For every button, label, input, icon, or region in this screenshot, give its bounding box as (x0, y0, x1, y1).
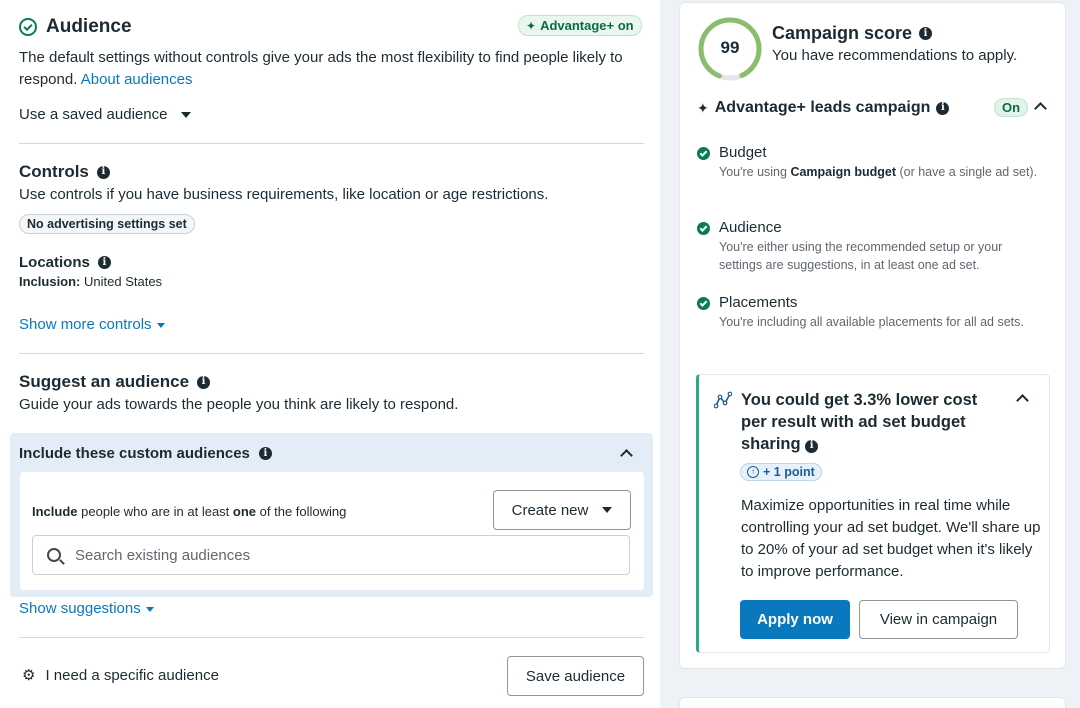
divider (19, 353, 644, 354)
info-icon[interactable]: i (919, 27, 933, 40)
budget-desc-prefix: You're using (719, 165, 791, 179)
advantage-campaign-header: ✦ Advantage+ leads campaign i (697, 99, 950, 117)
campaign-score-title: Campaign score (772, 23, 913, 43)
show-more-controls-link[interactable]: Show more controls (19, 316, 165, 333)
info-icon[interactable]: i (805, 439, 819, 453)
on-status-badge: On (994, 98, 1029, 117)
chevron-down-icon (181, 112, 192, 118)
include-instruction: Include people who are in at least one o… (32, 504, 346, 519)
create-new-button[interactable]: Create new (493, 490, 631, 530)
recommendation-description: Maximize opportunities in real time whil… (741, 497, 1041, 580)
specific-audience-row[interactable]: ⚙ I need a specific audience (22, 666, 219, 685)
chevron-down-icon (156, 322, 165, 328)
include-suffix: of the following (259, 504, 347, 519)
apply-now-button[interactable]: Apply now (740, 600, 850, 639)
custom-audiences-title: Include these custom audiences (19, 445, 250, 462)
inclusion-line: Inclusion: United States (19, 274, 162, 289)
audience-item-title: Audience (719, 219, 782, 236)
budget-title: Budget (719, 144, 767, 161)
save-audience-label: Save audience (525, 667, 626, 685)
search-audiences-input[interactable]: Search existing audiences (32, 535, 630, 575)
include-one: one (232, 504, 257, 519)
show-suggestions-link[interactable]: Show suggestions (19, 600, 154, 617)
placements-description: You're including all available placement… (719, 315, 1024, 329)
no-ad-settings-pill: No advertising settings set (19, 214, 195, 234)
audience-description: The default settings without controls gi… (19, 47, 629, 91)
suggest-title: Suggest an audience (19, 372, 190, 391)
info-icon[interactable]: i (96, 165, 110, 179)
controls-description: Use controls if you have business requir… (19, 186, 549, 203)
include-prefix: Include (32, 504, 78, 519)
inclusion-label: Inclusion: (19, 274, 81, 289)
campaign-score-subtitle: You have recommendations to apply. (772, 47, 1018, 64)
inclusion-value: United States (84, 274, 163, 289)
view-in-campaign-button[interactable]: View in campaign (859, 600, 1018, 639)
locations-label: Locations (19, 254, 90, 271)
check-icon (697, 147, 710, 160)
arrow-up-icon: ↑ (747, 466, 759, 478)
check-icon (697, 222, 710, 235)
show-more-controls-label: Show more controls (19, 316, 152, 333)
divider (19, 637, 644, 638)
trend-icon (714, 391, 732, 409)
audience-item-description: You're either using the recommended setu… (719, 240, 1003, 272)
divider (19, 143, 644, 144)
saved-audience-dropdown[interactable]: Use a saved audience (19, 104, 192, 126)
controls-title: Controls (19, 162, 89, 181)
chevron-down-icon (145, 606, 154, 612)
budget-description: You're using Campaign budget (or have a … (719, 163, 1039, 181)
info-icon[interactable]: i (936, 101, 950, 115)
placements-title: Placements (719, 294, 798, 311)
budget-desc-suffix: (or have a single ad set). (896, 165, 1038, 179)
create-new-label: Create new (511, 501, 589, 519)
recommendation-title: You could get 3.3% lower cost per result… (741, 389, 991, 455)
check-icon (697, 297, 710, 310)
info-icon[interactable]: i (258, 447, 272, 460)
secondary-card (679, 697, 1066, 708)
recommendation-title-text: You could get 3.3% lower cost per result… (741, 391, 978, 453)
point-label: + 1 point (763, 465, 815, 479)
point-badge: ↑ + 1 point (740, 463, 822, 481)
advantage-badge: ✦ Advantage+ on (518, 15, 642, 36)
check-circle-icon (19, 18, 37, 36)
info-icon[interactable]: i (97, 256, 111, 269)
sparkle-icon: ✦ (526, 18, 537, 33)
specific-audience-label: I need a specific audience (45, 666, 219, 684)
save-audience-button[interactable]: Save audience (507, 656, 644, 696)
campaign-score-header: Campaign score i (772, 23, 933, 44)
about-audiences-link[interactable]: About audiences (81, 71, 193, 88)
chevron-down-icon (602, 507, 613, 513)
show-suggestions-label: Show suggestions (19, 600, 141, 617)
sparkle-icon: ✦ (697, 99, 709, 116)
controls-header: Controls i (19, 162, 110, 182)
advantage-campaign-title: Advantage+ leads campaign (714, 99, 931, 116)
gear-icon: ⚙ (22, 667, 36, 684)
saved-audience-label: Use a saved audience (19, 106, 168, 123)
suggest-header: Suggest an audience i (19, 372, 211, 392)
audience-header: Audience (19, 16, 132, 38)
audience-title: Audience (46, 16, 132, 37)
info-icon[interactable]: i (197, 375, 211, 389)
advantage-badge-label: Advantage+ on (540, 18, 634, 33)
search-placeholder: Search existing audiences (75, 546, 251, 564)
search-icon (47, 548, 61, 562)
score-value: 99 (720, 38, 740, 57)
include-mid: people who are in at least (81, 504, 230, 519)
suggest-description: Guide your ads towards the people you th… (19, 396, 459, 413)
locations-header: Locations i (19, 254, 111, 271)
budget-desc-bold: Campaign budget (790, 165, 896, 179)
custom-audiences-header: Include these custom audiences i (19, 445, 272, 462)
